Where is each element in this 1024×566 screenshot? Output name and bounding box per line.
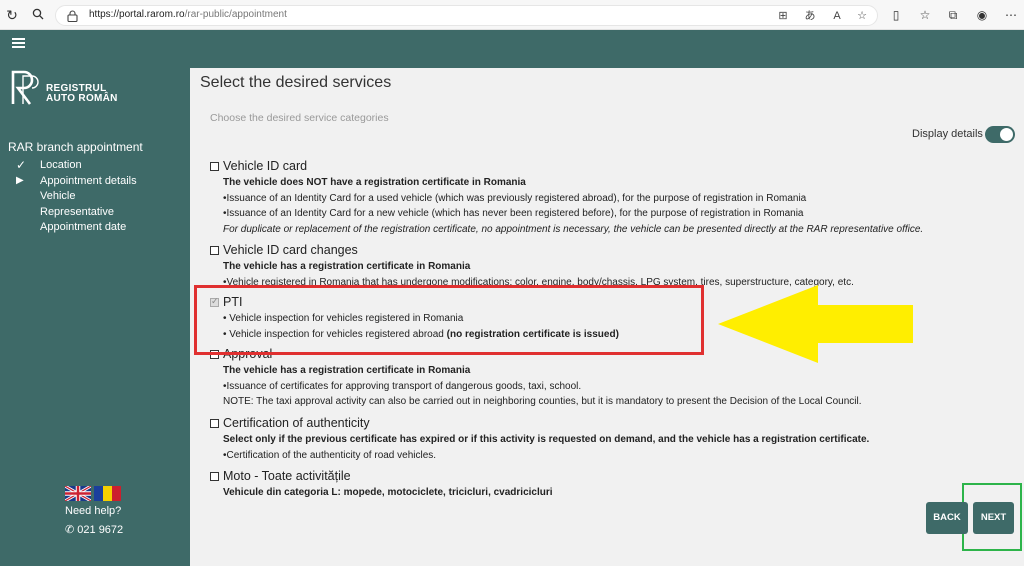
app-header <box>0 30 1024 68</box>
step-list: ✓ Location ▶ Appointment details Vehicle R… <box>0 158 190 236</box>
step-appointment-details[interactable]: ▶ Appointment details <box>0 174 190 190</box>
step-location[interactable]: ✓ Location <box>0 158 190 174</box>
phone-icon: ✆ <box>65 524 75 536</box>
translate-icon[interactable]: あ <box>803 9 817 23</box>
romania-flag-icon[interactable] <box>94 486 121 501</box>
service-certification-of-authenticity: Certification of authenticity Select onl… <box>209 416 1009 463</box>
logo-text-line2: AUTO ROMÂN <box>46 93 118 104</box>
checkbox[interactable] <box>210 472 219 481</box>
next-button[interactable]: NEXT <box>973 502 1014 534</box>
uk-flag-icon[interactable] <box>65 486 91 501</box>
step-vehicle: Vehicle <box>40 190 76 202</box>
menu-icon[interactable] <box>12 38 25 48</box>
service-vehicle-id-card-changes: Vehicle ID card changes The vehicle has … <box>209 243 1009 290</box>
favorites-icon[interactable]: ☆ <box>918 8 932 22</box>
favorite-star-icon[interactable]: ☆ <box>855 9 869 23</box>
refresh-icon[interactable]: ↻ <box>4 7 20 23</box>
service-moto: Moto - Toate activitățile Vehicule din c… <box>209 469 1009 501</box>
lock-icon <box>67 10 78 22</box>
yellow-arrow-annotation <box>718 285 913 363</box>
display-details-label: Display details <box>912 128 983 140</box>
more-icon[interactable]: ⋯ <box>1004 8 1018 22</box>
language-selector <box>65 486 123 502</box>
page-subtitle: Choose the desired service categories <box>210 112 389 124</box>
red-highlight-box <box>194 285 704 355</box>
read-aloud-icon[interactable]: A <box>830 9 844 23</box>
split-screen-icon[interactable]: ▯ <box>889 8 903 22</box>
address-bar[interactable]: https://portal.rarom.ro/rar-public/appoi… <box>55 5 878 26</box>
page-title: Select the desired services <box>200 74 392 91</box>
service-vehicle-id-card: Vehicle ID card The vehicle does NOT hav… <box>209 159 1009 237</box>
search-icon[interactable] <box>30 7 46 23</box>
browser-toolbar: ↻ https://portal.rarom.ro/rar-public/app… <box>0 0 1024 30</box>
collections-icon[interactable]: ⧉ <box>946 8 960 22</box>
rar-logo: REGISTRUL AUTO ROMÂN <box>10 70 130 106</box>
rar-logo-mark <box>11 70 39 105</box>
display-details-toggle[interactable] <box>985 126 1015 143</box>
apps-icon[interactable]: ⊞ <box>776 9 790 23</box>
checkbox[interactable] <box>210 162 219 171</box>
back-button[interactable]: BACK <box>926 502 968 534</box>
check-icon: ✓ <box>16 158 27 172</box>
current-step-arrow-icon: ▶ <box>16 174 24 186</box>
checkbox[interactable] <box>210 246 219 255</box>
checkbox[interactable] <box>210 419 219 428</box>
step-appointment-date: Appointment date <box>40 221 127 233</box>
url-text: https://portal.rarom.ro/rar-public/appoi… <box>89 9 287 20</box>
phone-number[interactable]: ✆ 021 9672 <box>65 523 123 536</box>
extension-icon[interactable]: ◉ <box>975 8 989 22</box>
sidebar-heading: RAR branch appointment <box>8 140 143 154</box>
help-text: Need help? <box>65 505 122 517</box>
step-representative: Representative <box>40 205 114 218</box>
